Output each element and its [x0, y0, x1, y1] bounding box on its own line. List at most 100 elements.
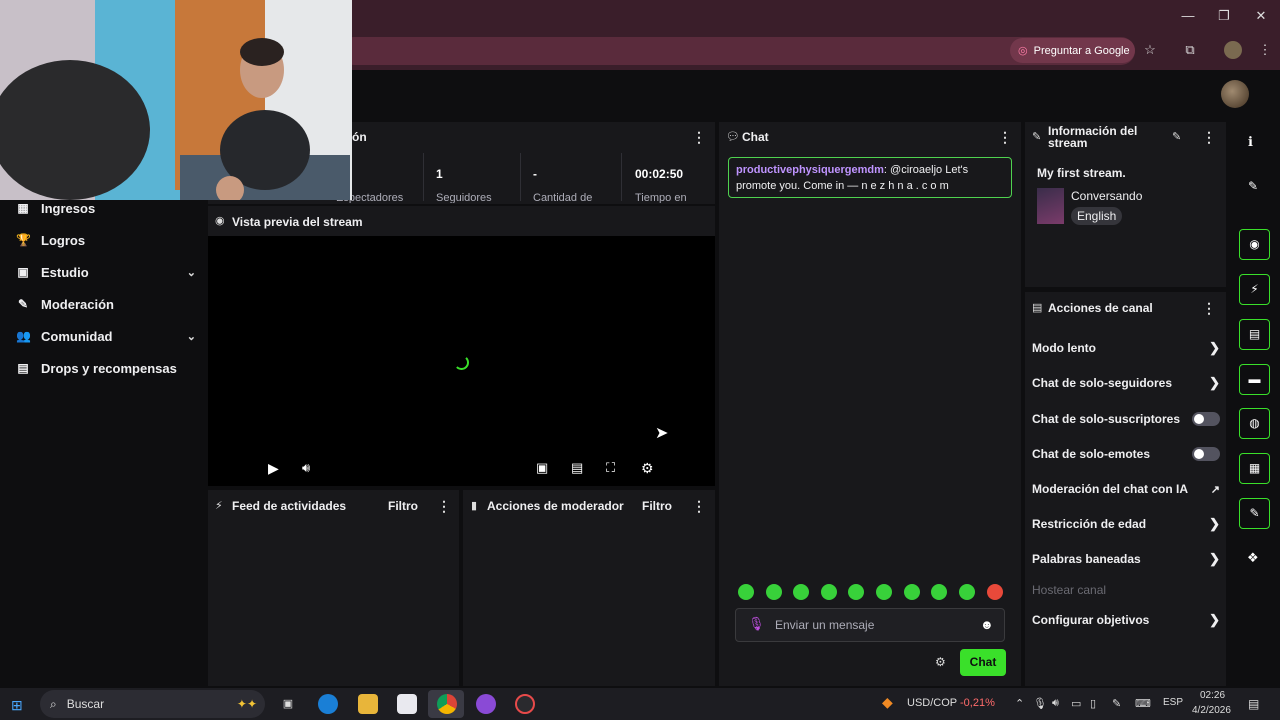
tray-keyboard-icon[interactable]: ⌨ — [1135, 697, 1151, 710]
action-palabras-baneadas[interactable]: Palabras baneadas ❯ — [1032, 549, 1220, 569]
edge-icon[interactable] — [318, 694, 338, 714]
stream-info-menu-icon[interactable]: ⋮ — [1202, 129, 1216, 146]
action-solo-suscriptores[interactable]: Chat de solo-suscriptores — [1032, 409, 1220, 429]
emote-icon[interactable] — [987, 584, 1003, 600]
profile-avatar[interactable] — [1224, 41, 1242, 59]
tray-display-icon[interactable]: ▭ — [1071, 697, 1081, 710]
windows-start-icon[interactable]: ⊞ — [11, 697, 23, 714]
taskbar-search[interactable]: ⌕ Buscar ✦✦ — [40, 690, 265, 718]
restore-icon[interactable]: ❐ — [1209, 6, 1239, 26]
fullscreen-icon[interactable]: ⛶ — [606, 460, 615, 476]
tray-time[interactable]: 02:26 — [1200, 690, 1225, 701]
extensions-icon[interactable]: ⧉ — [1181, 41, 1199, 59]
toggle-switch[interactable] — [1192, 447, 1220, 461]
activity-filter-button[interactable]: Filtro — [388, 499, 418, 513]
volume-icon[interactable]: 🔊︎ — [302, 460, 310, 476]
emote-icon[interactable] — [848, 584, 864, 600]
ticker-symbol[interactable]: USD/COP — [907, 697, 957, 709]
theatre-mode-icon[interactable]: ▣ — [536, 460, 548, 476]
external-link-icon: ↗ — [1210, 483, 1220, 496]
sidebar-item-moderacion[interactable]: ✎ Moderación — [16, 292, 196, 316]
emote-icon[interactable] — [876, 584, 892, 600]
rail-wrench-button[interactable]: ✎ — [1239, 498, 1270, 529]
action-restriccion-edad[interactable]: Restricción de edad ❯ — [1032, 514, 1220, 534]
chat-icon: 💬︎ — [726, 131, 740, 143]
close-icon[interactable]: ✕ — [1246, 6, 1276, 26]
file-explorer-icon[interactable] — [358, 694, 378, 714]
stream-title: My first stream. — [1037, 166, 1126, 180]
clip-icon[interactable]: ▤ — [571, 460, 583, 476]
microphone-icon[interactable]: 🎙︎ — [748, 616, 765, 632]
tray-pen-icon[interactable]: ✎ — [1112, 697, 1121, 710]
info-icon[interactable]: ℹ — [1248, 134, 1253, 150]
rail-chat-button[interactable]: ▬ — [1239, 364, 1270, 395]
obs-icon[interactable] — [515, 694, 535, 714]
channel-actions-menu-icon[interactable]: ⋮ — [1202, 300, 1216, 317]
toggle-switch[interactable] — [1192, 412, 1220, 426]
edit-icon[interactable]: ✎ — [1172, 130, 1181, 143]
chrome-icon[interactable] — [437, 694, 457, 714]
chat-username[interactable]: productivephysiquergemdm — [736, 164, 884, 176]
sidebar-item-logros[interactable]: 🏆 Logros — [16, 228, 196, 252]
sidebar-item-drops[interactable]: ▤ Drops y recompensas — [16, 356, 196, 380]
webcam-image — [0, 0, 352, 200]
mod-filter-button[interactable]: Filtro — [642, 499, 672, 513]
trophy-icon: 🏆 — [16, 233, 31, 247]
rail-broadcast-button[interactable]: ◍ — [1239, 408, 1270, 439]
mod-menu-icon[interactable]: ⋮ — [692, 498, 706, 515]
rail-actions-button[interactable]: ▦ — [1239, 453, 1270, 484]
emote-icon[interactable] — [904, 584, 920, 600]
chat-message[interactable]: productivephysiquergemdm: @ciroaeljo Let… — [728, 157, 1012, 198]
activity-menu-icon[interactable]: ⋮ — [437, 498, 451, 515]
add-panel-icon[interactable]: ❖ — [1247, 550, 1259, 566]
sidebar-item-comunidad[interactable]: 👥 Comunidad ⌄ — [16, 324, 196, 348]
browser-menu-icon[interactable]: ⋮ — [1256, 41, 1274, 59]
stat-value-tiempo: 00:02:50 — [635, 167, 684, 181]
chat-menu-icon[interactable]: ⋮ — [998, 129, 1012, 146]
tray-chevron-icon[interactable]: ⌃ — [1015, 697, 1024, 710]
rail-notes-button[interactable]: ▤ — [1239, 319, 1270, 350]
notification-icon[interactable]: ▤ — [1248, 697, 1259, 711]
emote-icon[interactable] — [931, 584, 947, 600]
action-modo-lento[interactable]: Modo lento ❯ — [1032, 338, 1220, 358]
rail-camera-button[interactable]: ◉ — [1239, 229, 1270, 260]
store-icon[interactable] — [397, 694, 417, 714]
task-view-icon[interactable]: ▣ — [278, 694, 298, 714]
settings-icon[interactable]: ⚙ — [641, 460, 654, 477]
action-solo-seguidores[interactable]: Chat de solo-seguidores ❯ — [1032, 373, 1220, 393]
tray-battery-icon[interactable]: ▯ — [1090, 697, 1096, 710]
emote-icon[interactable] — [959, 584, 975, 600]
money-icon: ▦ — [17, 201, 29, 215]
emote-icon[interactable] — [738, 584, 754, 600]
activity-feed-panel — [208, 490, 459, 686]
bookmark-star-icon[interactable]: ☆ — [1141, 41, 1159, 59]
sidebar-item-estudio[interactable]: ▣ Estudio ⌄ — [16, 260, 196, 284]
divider — [520, 153, 521, 201]
tray-language[interactable]: ESP — [1163, 697, 1183, 708]
action-label: Moderación del chat con IA — [1032, 482, 1189, 496]
tray-volume-icon[interactable]: 🔊︎ — [1052, 697, 1059, 710]
stats-menu-icon[interactable]: ⋮ — [692, 129, 706, 146]
emote-icon[interactable] — [821, 584, 837, 600]
taskbar-search-label: Buscar — [66, 697, 105, 711]
channel-actions-icon: ▤ — [1032, 302, 1043, 314]
emote-icon[interactable] — [766, 584, 782, 600]
emote-icon[interactable] — [793, 584, 809, 600]
action-solo-emotes[interactable]: Chat de solo-emotes — [1032, 444, 1220, 464]
tray-date[interactable]: 4/2/2026 — [1192, 705, 1231, 716]
play-icon[interactable]: ▶ — [268, 460, 279, 477]
chat-settings-icon[interactable]: ⚙ — [935, 655, 946, 669]
ask-google-button[interactable]: ◎ Preguntar a Google — [1010, 38, 1135, 63]
user-avatar[interactable] — [1221, 80, 1249, 108]
tray-mic-icon[interactable]: 🎙︎ — [1033, 697, 1047, 710]
pencil-icon[interactable]: ✎ — [1248, 179, 1258, 193]
chat-send-button[interactable]: Chat — [960, 649, 1006, 676]
studio-icon: ▣ — [17, 265, 29, 279]
action-configurar-objetivos[interactable]: Configurar objetivos ❯ — [1032, 610, 1220, 630]
rail-lightning-button[interactable]: ⚡︎ — [1239, 274, 1270, 305]
messenger-icon[interactable] — [476, 694, 496, 714]
chevron-right-icon: ❯ — [1209, 375, 1220, 390]
action-moderacion-ia[interactable]: Moderación del chat con IA ↗ — [1032, 479, 1220, 499]
emoji-icon[interactable]: ☻ — [980, 617, 994, 632]
minimize-icon[interactable]: — — [1173, 6, 1203, 26]
